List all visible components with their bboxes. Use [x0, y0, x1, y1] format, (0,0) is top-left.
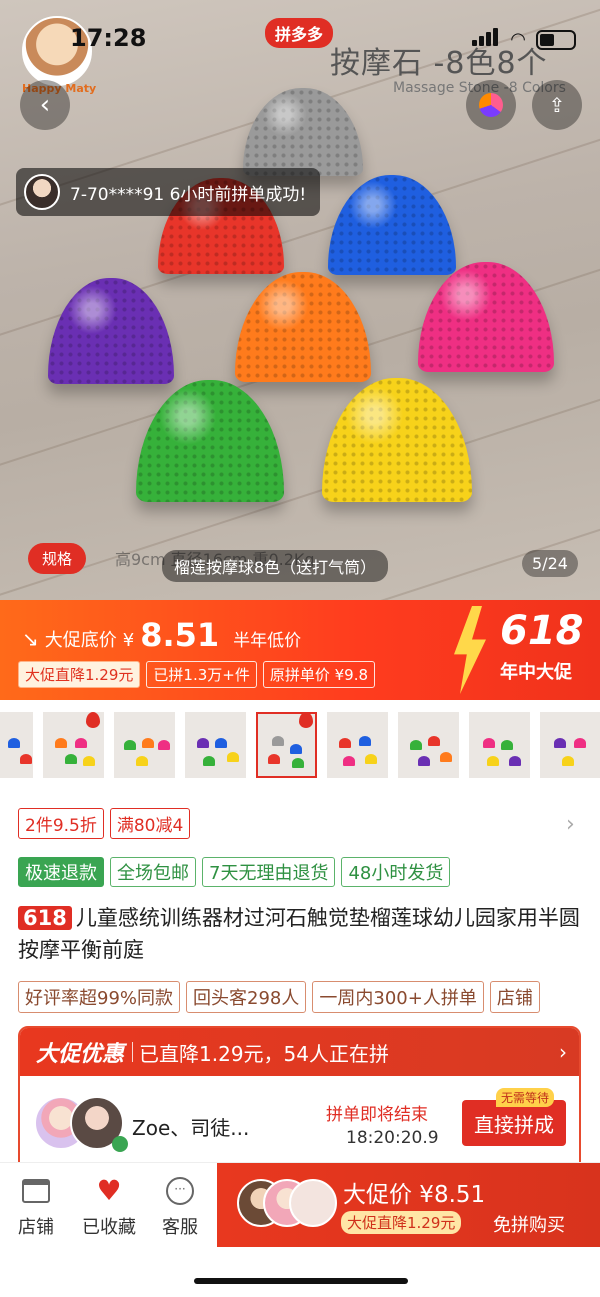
share-button[interactable]: ⇪ — [532, 80, 582, 130]
half-year-label: 半年低价 — [233, 631, 302, 651]
customer-service-button[interactable]: ··· 客服 — [150, 1175, 210, 1239]
promo-panel-title: 大促优惠 — [36, 1042, 125, 1067]
proof-tag: 店铺 — [489, 981, 540, 1013]
group-icon — [112, 1136, 128, 1152]
back-button[interactable]: ‹ — [20, 80, 70, 130]
buy-now-button[interactable]: 大促价 ¥8.51 大促直降1.29元 免拼购买 — [217, 1163, 600, 1247]
variant-thumbnail[interactable] — [43, 712, 104, 778]
favorite-button[interactable]: ♥ 已收藏 — [72, 1175, 146, 1239]
buy-discount-chip: 大促直降1.29元 — [341, 1211, 462, 1234]
purple-ball — [48, 278, 174, 384]
service-tag: 7天无理由退货 — [202, 857, 336, 887]
app-icon — [479, 93, 503, 117]
variant-thumbnail[interactable] — [540, 712, 600, 778]
spec-button[interactable]: 规格 — [28, 543, 87, 574]
countdown-timer: 18:20:20.9 — [346, 1128, 439, 1148]
group-avatars — [34, 1096, 128, 1152]
buy-solo-label: 免拼购买 — [493, 1215, 565, 1236]
chevron-right-icon[interactable]: › — [566, 812, 575, 837]
service-tag: 48小时发货 — [341, 857, 451, 887]
variant-thumbnails — [0, 712, 600, 782]
sale-badge-number: 618 — [500, 608, 584, 654]
product-title: 618 儿童感统训练器材过河石触觉垫榴莲球幼儿园家用半圆按摩平衡前庭 — [18, 902, 588, 966]
social-proof-tags: 好评率超99%同款 回头客298人 一周内300+人拼单 店铺 — [18, 981, 540, 1013]
currency-symbol: ¥ — [122, 630, 135, 651]
variant-thumbnail[interactable] — [114, 712, 175, 778]
coupon-row[interactable]: 2件9.5折 满80减4 — [18, 808, 191, 839]
sale-badge-text: 年中大促 — [500, 662, 572, 683]
promo-label: 大促底价 — [44, 630, 117, 651]
hot-icon — [299, 712, 313, 728]
sale-badge: 618 — [18, 906, 72, 930]
store-label: 店铺 — [18, 1217, 54, 1238]
buyer-avatars — [237, 1179, 337, 1229]
coupon-tag[interactable]: 2件9.5折 — [18, 808, 104, 839]
original-price-chip: 原拼单价 ¥9.8 — [262, 661, 376, 688]
sold-chip: 已拼1.3万+件 — [146, 661, 257, 688]
ending-label: 拼单即将结束 — [326, 1105, 428, 1125]
variant-thumbnail[interactable] — [185, 712, 246, 778]
lightning-icon — [454, 606, 486, 694]
bottom-action-bar: 店铺 ♥ 已收藏 ··· 客服 大促价 ¥8.51 大促直降1.29元 免拼购买 — [0, 1162, 600, 1297]
group-member-names: Zoe、司徒... — [132, 1116, 250, 1140]
favorite-label: 已收藏 — [82, 1217, 136, 1238]
variant-thumbnail[interactable] — [469, 712, 530, 778]
buy-price: 大促价 ¥8.51 — [343, 1182, 486, 1208]
service-tag: 极速退款 — [18, 857, 104, 887]
service-tag: 全场包邮 — [110, 857, 196, 887]
chevron-left-icon: ‹ — [39, 90, 51, 120]
promo-bar: ↘ 大促底价 ¥ 8.51 半年低价 大促直降1.29元 已拼1.3万+件 原拼… — [0, 600, 600, 700]
down-arrow-icon: ↘ — [22, 627, 39, 651]
store-button[interactable]: 店铺 — [6, 1175, 66, 1239]
blue-ball — [328, 175, 456, 275]
orange-ball — [235, 272, 371, 382]
proof-tag: 一周内300+人拼单 — [312, 981, 484, 1013]
image-caption: 榴莲按摩球8色（送打气筒） — [162, 550, 389, 582]
heart-icon: ♥ — [96, 1174, 122, 1207]
store-icon — [22, 1179, 50, 1203]
status-time: 17:28 — [70, 24, 147, 52]
avatar — [289, 1179, 337, 1227]
service-label: 客服 — [162, 1217, 198, 1238]
platform-badge: 拼多多 — [265, 18, 334, 48]
pink-ball — [418, 262, 554, 372]
home-indicator[interactable] — [194, 1278, 408, 1284]
toast-text: 7-70****91 6小时前拼单成功! — [70, 184, 307, 205]
avatar — [24, 174, 60, 210]
proof-tag: 回头客298人 — [186, 981, 307, 1013]
promo-price: 8.51 — [140, 616, 220, 654]
gray-ball — [243, 88, 363, 176]
chat-icon: ··· — [166, 1177, 194, 1205]
promo-panel-subtitle: 已直降1.29元，54人正在拼 — [139, 1041, 389, 1066]
yellow-ball — [322, 378, 472, 502]
discount-chip: 大促直降1.29元 — [18, 661, 141, 688]
variant-thumbnail[interactable] — [0, 712, 33, 778]
variant-thumbnail[interactable] — [327, 712, 388, 778]
service-tags: 极速退款 全场包邮 7天无理由退货 48小时发货 — [18, 857, 451, 887]
mini-program-button[interactable] — [466, 80, 516, 130]
green-ball — [136, 380, 284, 502]
image-overlay-title: 按摩石 -8色8个 — [330, 46, 548, 81]
group-success-toast: 7-70****91 6小时前拼单成功! — [16, 168, 321, 216]
variant-thumbnail-selected[interactable] — [256, 712, 317, 778]
no-wait-badge: 无需等待 — [496, 1088, 555, 1107]
chevron-right-icon: › — [559, 1040, 567, 1064]
image-counter: 5/24 — [522, 550, 578, 577]
variant-thumbnail[interactable] — [398, 712, 459, 778]
product-image[interactable]: Happy Maty 17:28 ◠ 拼多多 按摩石 -8色8个 Massage… — [0, 0, 600, 600]
hot-icon — [86, 712, 100, 728]
promo-panel-header[interactable]: 大促优惠 已直降1.29元，54人正在拼 › — [20, 1028, 579, 1076]
product-title-text: 儿童感统训练器材过河石触觉垫榴莲球幼儿园家用半圆按摩平衡前庭 — [18, 906, 580, 962]
coupon-tag[interactable]: 满80减4 — [109, 808, 191, 839]
proof-tag: 好评率超99%同款 — [18, 981, 181, 1013]
share-icon: ⇪ — [548, 93, 566, 117]
